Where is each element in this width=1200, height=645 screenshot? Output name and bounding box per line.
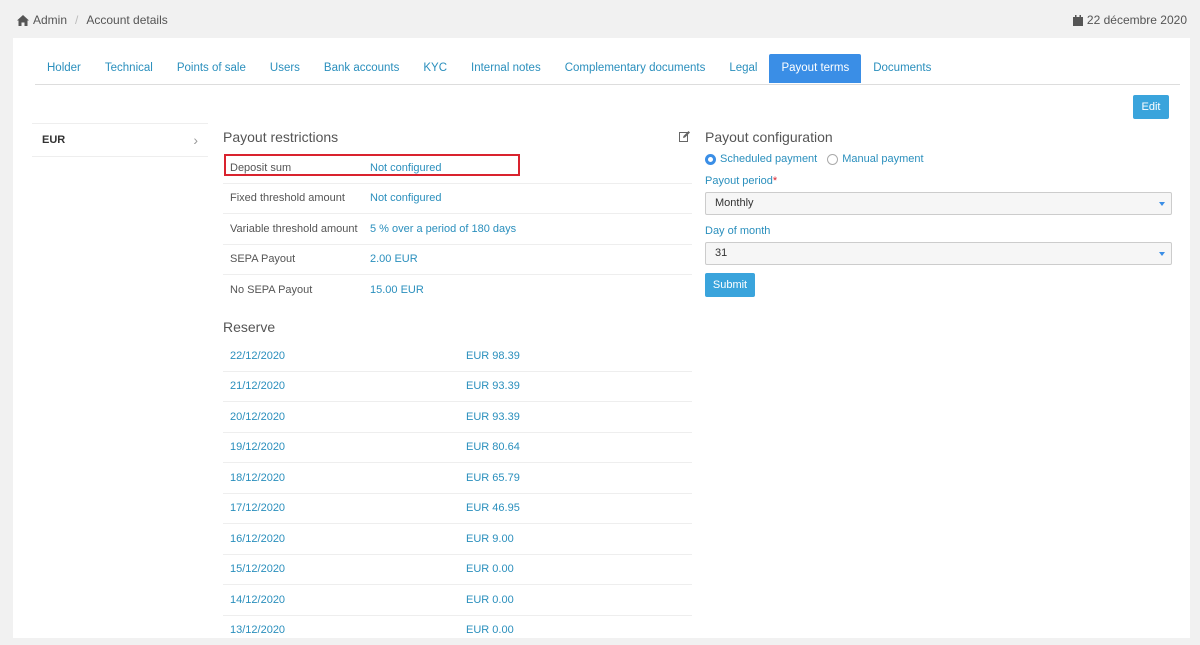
radio-checked[interactable]: [705, 154, 716, 165]
payout-period-text: Payout period: [705, 175, 773, 187]
reserve-date[interactable]: 20/12/2020: [223, 411, 466, 423]
tab-documents[interactable]: Documents: [861, 54, 943, 83]
currency-label: EUR: [42, 134, 65, 146]
reserve-amount[interactable]: EUR 9.00: [466, 533, 514, 545]
submit-button[interactable]: Submit: [705, 273, 755, 297]
scheduled-payment-option[interactable]: Scheduled payment: [705, 153, 817, 165]
restriction-row: No SEPA Payout 15.00 EUR: [223, 275, 692, 305]
reserve-date[interactable]: 15/12/2020: [223, 563, 466, 575]
payout-period-value: Monthly: [715, 197, 754, 209]
manual-payment-label: Manual payment: [842, 153, 923, 165]
tab-legal[interactable]: Legal: [717, 54, 769, 83]
restrictions-table: Deposit sum Not configured Fixed thresho…: [223, 153, 692, 305]
top-bar: Admin / Account details 22 décembre 2020: [0, 0, 1200, 38]
reserve-title: Reserve: [223, 319, 275, 335]
chevron-down-icon: [1159, 252, 1165, 256]
restriction-value[interactable]: 5 % over a period of 180 days: [370, 223, 516, 235]
reserve-amount[interactable]: EUR 80.64: [466, 441, 520, 453]
tab-holder[interactable]: Holder: [35, 54, 93, 83]
date-text: 22 décembre 2020: [1087, 13, 1187, 27]
tab-bar: Holder Technical Points of sale Users Ba…: [35, 54, 1180, 85]
breadcrumb-current: Account details: [86, 13, 167, 27]
day-of-month-value: 31: [715, 247, 727, 259]
tab-kyc[interactable]: KYC: [411, 54, 459, 83]
edit-button[interactable]: Edit: [1133, 95, 1169, 119]
scheduled-payment-label: Scheduled payment: [720, 153, 817, 165]
restriction-row: SEPA Payout 2.00 EUR: [223, 245, 692, 276]
day-of-month-label: Day of month: [705, 225, 770, 237]
table-row: 22/12/2020EUR 98.39: [223, 341, 692, 372]
payout-configuration-title: Payout configuration: [705, 129, 833, 145]
restriction-value[interactable]: 2.00 EUR: [370, 253, 418, 265]
reserve-amount[interactable]: EUR 0.00: [466, 563, 514, 575]
payout-period-label: Payout period*: [705, 175, 777, 187]
breadcrumb: Admin / Account details: [17, 13, 168, 27]
calendar-icon: [1073, 15, 1083, 26]
restriction-label: SEPA Payout: [223, 253, 370, 265]
table-row: 14/12/2020EUR 0.00: [223, 585, 692, 616]
account-card: Holder Technical Points of sale Users Ba…: [13, 38, 1190, 638]
tab-technical[interactable]: Technical: [93, 54, 165, 83]
reserve-table: 22/12/2020EUR 98.39 21/12/2020EUR 93.39 …: [223, 341, 692, 645]
table-row: 20/12/2020EUR 93.39: [223, 402, 692, 433]
breadcrumb-separator: /: [75, 13, 78, 27]
reserve-amount[interactable]: EUR 0.00: [466, 594, 514, 606]
restriction-value[interactable]: Not configured: [370, 192, 442, 204]
breadcrumb-home[interactable]: Admin: [33, 13, 67, 27]
reserve-date[interactable]: 18/12/2020: [223, 472, 466, 484]
chevron-down-icon: [1159, 202, 1165, 206]
table-row: 13/12/2020EUR 0.00: [223, 616, 692, 645]
restriction-label: Fixed threshold amount: [223, 192, 370, 204]
reserve-date[interactable]: 16/12/2020: [223, 533, 466, 545]
reserve-date[interactable]: 19/12/2020: [223, 441, 466, 453]
tab-bank-accounts[interactable]: Bank accounts: [312, 54, 411, 83]
chevron-right-icon: ›: [193, 132, 198, 148]
payout-period-select[interactable]: Monthly: [705, 192, 1172, 215]
restriction-row: Variable threshold amount 5 % over a per…: [223, 214, 692, 245]
highlight-box: [224, 154, 520, 176]
tab-payout-terms[interactable]: Payout terms: [769, 54, 861, 83]
radio-unchecked[interactable]: [827, 154, 838, 165]
restriction-row: Deposit sum Not configured: [223, 153, 692, 184]
reserve-amount[interactable]: EUR 0.00: [466, 624, 514, 636]
edit-icon[interactable]: [679, 131, 690, 142]
restriction-label: No SEPA Payout: [223, 284, 370, 296]
table-row: 21/12/2020EUR 93.39: [223, 372, 692, 403]
payout-mode-group: Scheduled payment Manual payment: [705, 153, 934, 165]
manual-payment-option[interactable]: Manual payment: [827, 153, 923, 165]
current-date: 22 décembre 2020: [1073, 13, 1187, 27]
reserve-amount[interactable]: EUR 93.39: [466, 411, 520, 423]
table-row: 15/12/2020EUR 0.00: [223, 555, 692, 586]
payout-restrictions-title: Payout restrictions: [223, 129, 338, 145]
reserve-amount[interactable]: EUR 46.95: [466, 502, 520, 514]
reserve-date[interactable]: 21/12/2020: [223, 380, 466, 392]
reserve-date[interactable]: 17/12/2020: [223, 502, 466, 514]
reserve-date[interactable]: 22/12/2020: [223, 350, 466, 362]
tab-internal-notes[interactable]: Internal notes: [459, 54, 553, 83]
reserve-amount[interactable]: EUR 65.79: [466, 472, 520, 484]
table-row: 16/12/2020EUR 9.00: [223, 524, 692, 555]
currency-list: EUR ›: [32, 123, 208, 157]
currency-item-eur[interactable]: EUR ›: [32, 124, 208, 156]
restriction-row: Fixed threshold amount Not configured: [223, 184, 692, 215]
table-row: 17/12/2020EUR 46.95: [223, 494, 692, 525]
home-icon: [17, 15, 29, 26]
required-marker: *: [773, 175, 777, 187]
tab-complementary-documents[interactable]: Complementary documents: [553, 54, 718, 83]
reserve-amount[interactable]: EUR 98.39: [466, 350, 520, 362]
restriction-value[interactable]: 15.00 EUR: [370, 284, 424, 296]
reserve-date[interactable]: 13/12/2020: [223, 624, 466, 636]
table-row: 18/12/2020EUR 65.79: [223, 463, 692, 494]
restriction-label: Variable threshold amount: [223, 223, 370, 235]
reserve-amount[interactable]: EUR 93.39: [466, 380, 520, 392]
day-of-month-select[interactable]: 31: [705, 242, 1172, 265]
tab-points-of-sale[interactable]: Points of sale: [165, 54, 258, 83]
table-row: 19/12/2020EUR 80.64: [223, 433, 692, 464]
tab-users[interactable]: Users: [258, 54, 312, 83]
reserve-date[interactable]: 14/12/2020: [223, 594, 466, 606]
